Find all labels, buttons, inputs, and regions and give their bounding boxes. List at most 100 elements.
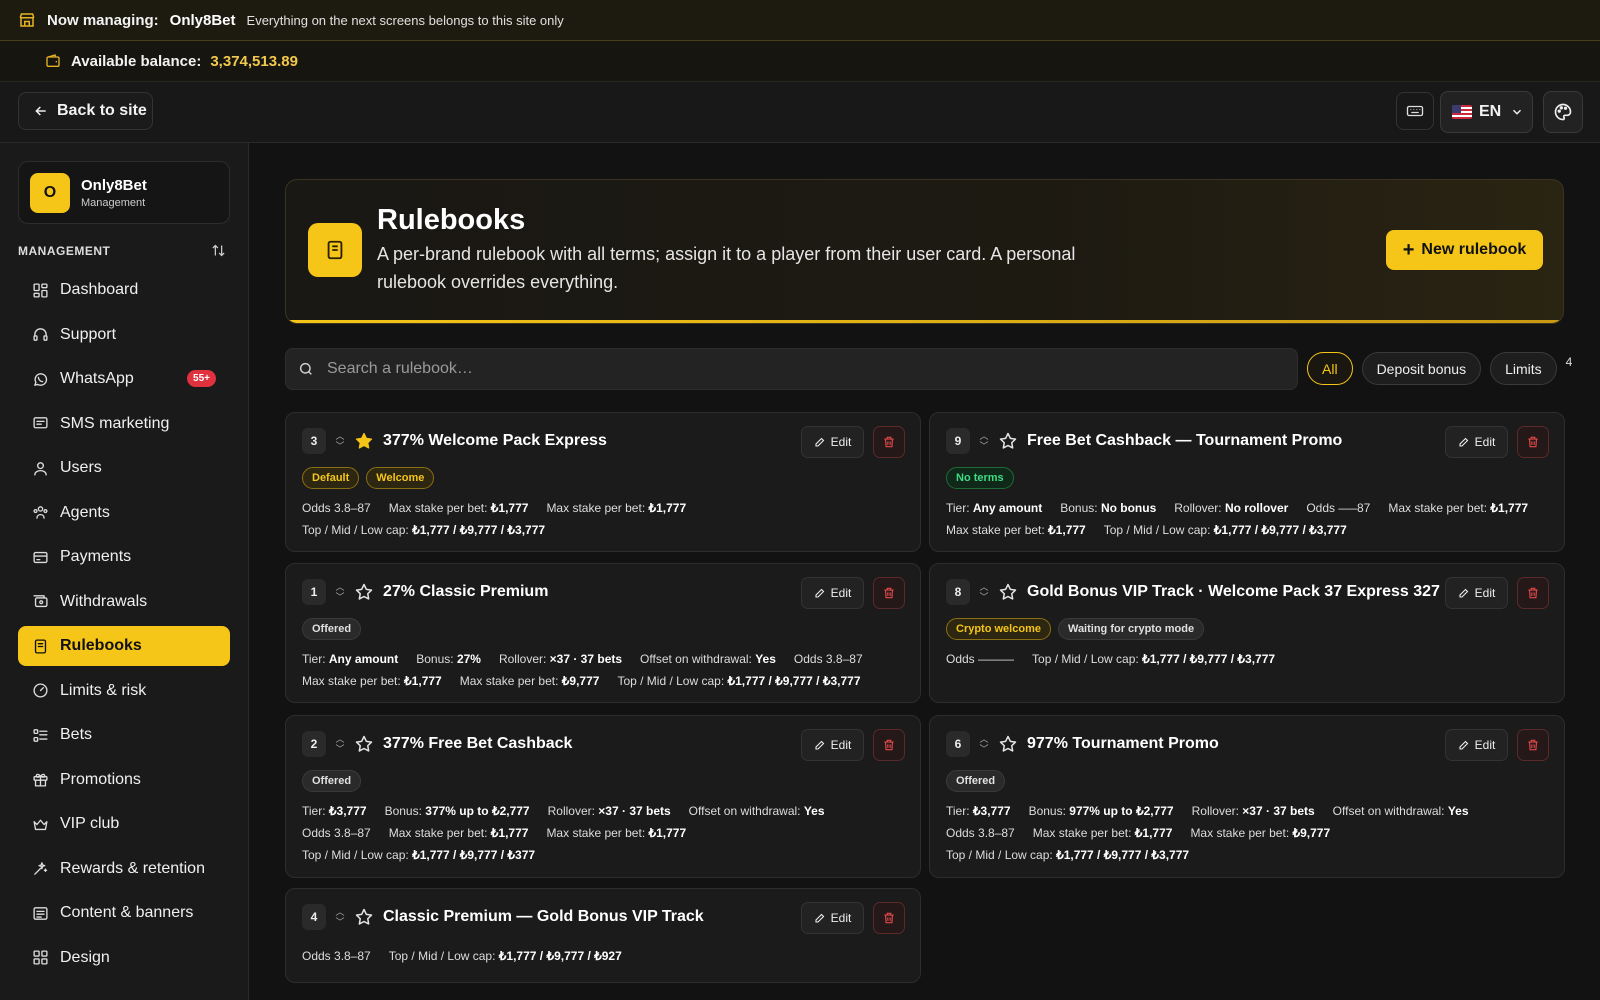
page-title: Rulebooks (377, 204, 526, 236)
filter-limits[interactable]: Limits (1490, 352, 1557, 385)
delete-button[interactable] (873, 729, 905, 761)
edit-button[interactable]: Edit (1445, 426, 1508, 458)
chevron-up-icon[interactable]: ︿ (335, 431, 344, 441)
term-label: Offset on withdrawal: (640, 652, 756, 666)
pencil-icon (1458, 739, 1470, 751)
chevron-up-icon[interactable]: ︿ (979, 431, 988, 441)
status-tag: No terms (946, 467, 1014, 489)
term-label: Max stake per bet: (1190, 826, 1293, 840)
star-icon[interactable] (998, 582, 1018, 602)
term-item: Offset on withdrawal: Yes (689, 800, 825, 822)
chevron-up-icon[interactable]: ︿ (335, 907, 344, 917)
sidebar-item-content-banners[interactable]: Content & banners (18, 893, 230, 933)
edit-button[interactable]: Edit (801, 729, 864, 761)
star-icon[interactable] (354, 734, 374, 754)
chevron-up-icon[interactable]: ︿ (979, 734, 988, 744)
chevron-down-icon[interactable]: ﹀ (979, 744, 988, 754)
term-label: Rollover: (1191, 804, 1243, 818)
sidebar-item-whatsapp[interactable]: WhatsApp 55+ (18, 359, 230, 399)
rulebook-card: 2 ︿ ﹀ 377% Free Bet Cashback Edit Offered Tier… (285, 715, 921, 878)
main-content: Rulebooks A per-brand rulebook with all … (249, 143, 1600, 1000)
delete-button[interactable] (1517, 426, 1549, 458)
term-value: ₺1,777 (1048, 523, 1086, 537)
star-filled-icon[interactable] (354, 431, 374, 451)
theme-button[interactable] (1543, 91, 1583, 133)
chevron-down-icon[interactable]: ﹀ (335, 744, 344, 754)
edit-button[interactable]: Edit (801, 902, 864, 934)
sidebar-item-support[interactable]: Support (18, 315, 230, 355)
delete-button[interactable] (873, 902, 905, 934)
term-value: ₺1,777 (1490, 501, 1529, 515)
keyboard-shortcuts-button[interactable] (1396, 92, 1434, 130)
reorder-arrows[interactable]: ︿ ﹀ (332, 734, 348, 754)
new-rulebook-button[interactable]: + New rulebook (1386, 230, 1543, 270)
sidebar-item-payments[interactable]: Payments (18, 537, 230, 577)
terms-line: Top / Mid / Low cap: ₺1,777 / ₺9,777 / ₺… (946, 844, 1469, 866)
status-tag: Offered (302, 618, 362, 640)
chevron-down-icon[interactable]: ﹀ (335, 917, 344, 927)
chevron-down-icon[interactable]: ﹀ (335, 592, 344, 602)
edit-label: Edit (830, 435, 852, 449)
reorder-arrows[interactable]: ︿ ﹀ (332, 582, 348, 602)
sidebar-item-design[interactable]: Design (18, 938, 230, 978)
sidebar-item-rulebooks[interactable]: Rulebooks (18, 626, 230, 666)
sidebar: O Only8Bet Management MANAGEMENT Dashboa… (0, 143, 249, 1000)
sidebar-item-withdrawals[interactable]: Withdrawals (18, 582, 230, 622)
star-icon[interactable] (998, 734, 1018, 754)
sidebar-item-limits-risk[interactable]: Limits & risk (18, 671, 230, 711)
reorder-arrows[interactable]: ︿ ﹀ (332, 431, 348, 451)
term-value: Any amount (972, 501, 1043, 515)
sidebar-item-rewards-retention[interactable]: Rewards & retention (18, 849, 230, 889)
delete-button[interactable] (1517, 729, 1549, 761)
language-selector[interactable]: EN (1440, 91, 1533, 133)
brand-card[interactable]: O Only8Bet Management (18, 161, 230, 224)
term-label: Rollover: (547, 804, 599, 818)
rulebook-terms: Odds 3.8–87 Top / Mid / Low cap: ₺1,777 /… (302, 945, 622, 967)
withdraw-icon (32, 593, 49, 610)
back-to-site-button[interactable]: Back to site (18, 92, 153, 130)
star-icon[interactable] (354, 582, 374, 602)
chevron-down-icon[interactable]: ﹀ (979, 592, 988, 602)
chevron-down-icon[interactable]: ﹀ (979, 441, 988, 451)
delete-button[interactable] (873, 426, 905, 458)
reorder-arrows[interactable]: ︿ ﹀ (976, 431, 992, 451)
sidebar-item-users[interactable]: Users (18, 448, 230, 488)
chevron-up-icon[interactable]: ︿ (979, 582, 988, 592)
filter-deposit-bonus[interactable]: Deposit bonus (1361, 352, 1482, 385)
brand-logo: O (30, 172, 70, 213)
sidebar-item-sms-marketing[interactable]: SMS marketing (18, 404, 230, 444)
status-tag: Default (302, 467, 360, 489)
reorder-arrows[interactable]: ︿ ﹀ (976, 582, 992, 602)
delete-button[interactable] (873, 577, 905, 609)
chevron-up-icon[interactable]: ︿ (335, 582, 344, 592)
edit-button[interactable]: Edit (801, 426, 864, 458)
term-label: Odds 3.8–87 (946, 826, 1015, 840)
filter-all[interactable]: All (1307, 352, 1353, 385)
sidebar-item-bets[interactable]: Bets (18, 715, 230, 755)
reorder-arrows[interactable]: ︿ ﹀ (332, 907, 348, 927)
terms-line: Odds 3.8–87 Max stake per bet: ₺1,777 Max … (946, 822, 1469, 844)
search-box[interactable] (285, 348, 1298, 390)
edit-button[interactable]: Edit (1445, 729, 1508, 761)
rulebook-title: Free Bet Cashback — Tournament Promo (1027, 432, 1343, 449)
search-input[interactable] (327, 360, 1227, 378)
chevron-up-icon[interactable]: ︿ (335, 734, 344, 744)
edit-button[interactable]: Edit (1445, 577, 1508, 609)
card-header: 1 ︿ ﹀ 27% Classic Premium (302, 579, 548, 605)
star-icon[interactable] (998, 431, 1018, 451)
sort-toggle-icon[interactable] (211, 243, 226, 258)
terms-line: Top / Mid / Low cap: ₺1,777 / ₺9,777 / ₺… (302, 519, 686, 541)
sidebar-item-dashboard[interactable]: Dashboard (18, 270, 230, 310)
sidebar-item-promotions[interactable]: Promotions (18, 760, 230, 800)
sidebar-nav: Dashboard Support WhatsApp 55+ SMS marketing… (18, 270, 230, 982)
edit-button[interactable]: Edit (801, 577, 864, 609)
chevron-down-icon[interactable]: ﹀ (335, 441, 344, 451)
rulebook-card: 6 ︿ ﹀ 977% Tournament Promo Edit Offered Tier:… (929, 715, 1565, 878)
sidebar-item-vip-club[interactable]: VIP club (18, 804, 230, 844)
term-item: Rollover: ×37 · 37 bets (548, 800, 671, 822)
sidebar-item-agents[interactable]: Agents (18, 493, 230, 533)
balance-bar: Available balance: 3,374,513.89 (0, 41, 1600, 82)
delete-button[interactable] (1517, 577, 1549, 609)
reorder-arrows[interactable]: ︿ ﹀ (976, 734, 992, 754)
star-icon[interactable] (354, 907, 374, 927)
